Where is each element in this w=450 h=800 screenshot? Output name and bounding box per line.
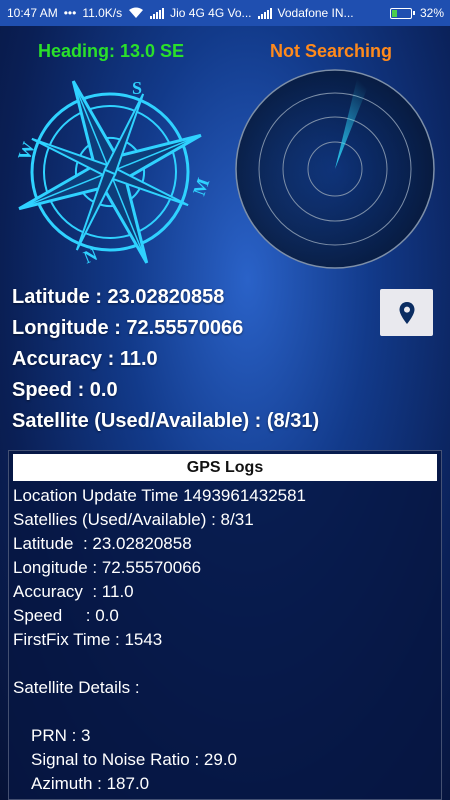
compass-letter-s: S [132, 78, 142, 98]
log-detail-line: PRN : 3 [31, 726, 91, 745]
map-pin-icon [399, 301, 414, 324]
status-bar: 10:47 AM ••• 11.0K/s Jio 4G 4G Vo... Vod… [0, 0, 450, 26]
signal-bars-icon-1 [150, 7, 168, 19]
log-line: FirstFix Time : 1543 [13, 630, 163, 649]
log-line: Satellite Details : [13, 678, 140, 697]
log-detail-line: Azimuth : 187.0 [31, 774, 150, 793]
carrier-1: Jio 4G 4G Vo... [170, 6, 252, 20]
accuracy-readout: Accuracy : 11.0 [12, 348, 158, 370]
log-line: Speed : 0.0 [13, 606, 119, 625]
battery-percent: 32% [419, 6, 444, 20]
speed-readout: Speed : 0.0 [12, 379, 118, 401]
search-status: Not Searching [270, 41, 393, 61]
heading-readout: Heading: 13.0 SE [38, 41, 185, 61]
log-line: Latitude : 23.02820858 [13, 534, 192, 553]
compass-letter-w: W [14, 139, 39, 163]
status-time: 10:47 AM [7, 6, 58, 20]
signal-bars-icon-2 [257, 7, 276, 19]
show-location-button[interactable] [380, 289, 433, 336]
log-line: Satellies (Used/Available) : 8/31 [13, 510, 254, 529]
gps-logs-panel[interactable]: GPS Logs Location Update Time 1493961432… [8, 450, 442, 800]
log-line: Location Update Time 1493961432581 [13, 486, 307, 505]
more-notifications-icon: ••• [63, 6, 77, 20]
battery-icon [389, 7, 415, 19]
radar-scope [235, 69, 435, 269]
log-line: Longitude : 72.55570066 [13, 558, 202, 577]
log-detail-line: Signal to Noise Ratio : 29.0 [31, 750, 238, 769]
longitude-readout: Longitude : 72.55570066 [12, 317, 244, 339]
latitude-readout: Latitude : 23.02820858 [12, 286, 225, 308]
compass-rose-icon: S W N M [14, 78, 210, 268]
log-line: Accuracy : 11.0 [13, 582, 134, 601]
gps-logs-title: GPS Logs [13, 454, 437, 481]
carrier-2: Vodafone IN... [277, 6, 354, 20]
net-speed: 11.0K/s [82, 6, 123, 20]
satellite-readout: Satellite (Used/Available) : (8/31) [12, 410, 320, 432]
compass-letter-e: M [189, 175, 210, 198]
wifi-icon [128, 7, 144, 19]
